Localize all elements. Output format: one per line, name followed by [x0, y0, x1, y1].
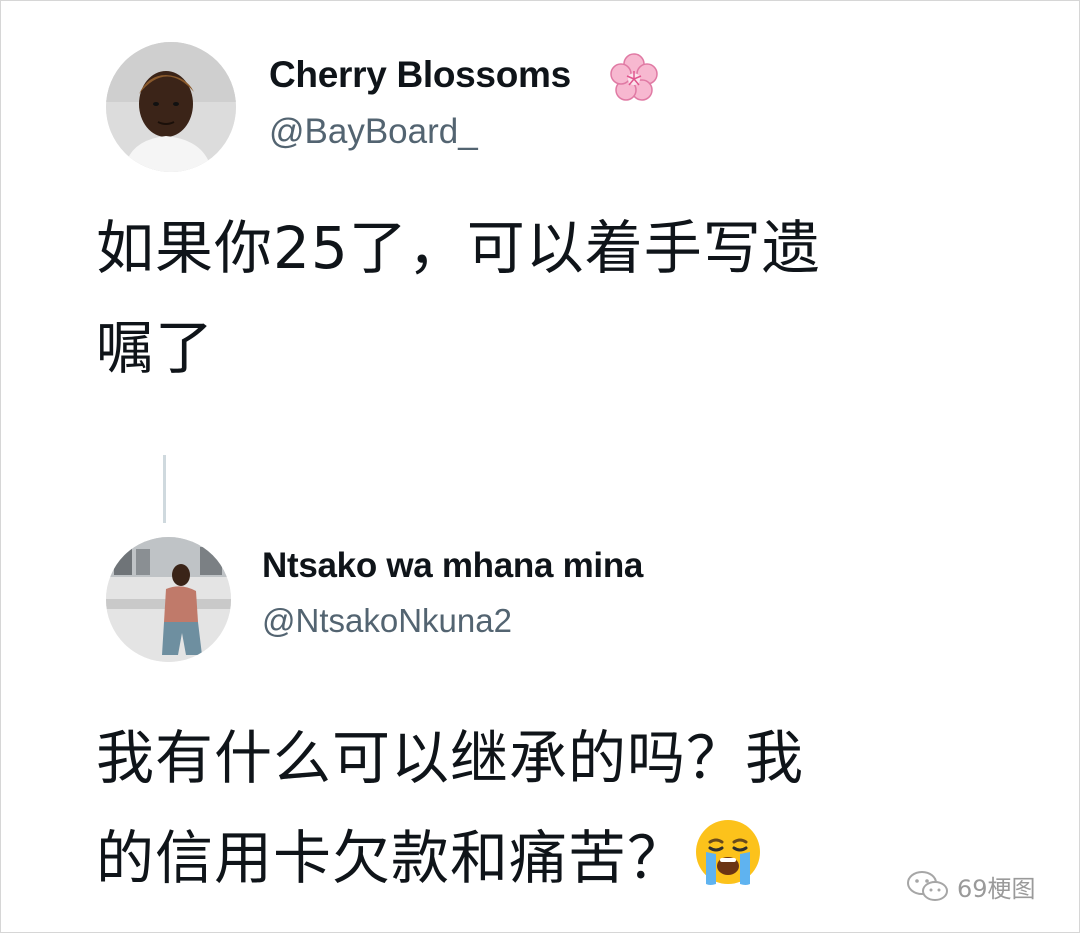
display-name[interactable]: Cherry Blossoms: [269, 54, 571, 96]
tweet-text-line: 我有什么可以继承的吗？我: [96, 724, 805, 792]
crying-face-icon: [692, 816, 764, 888]
tweet-text: 如果你25了，可以着手写遗 嘱了: [96, 198, 996, 398]
avatar-photo-cherry: [106, 42, 236, 172]
watermark-text: 69梗图: [957, 874, 1036, 903]
avatar[interactable]: [106, 537, 231, 662]
cherry-blossom-icon: [608, 52, 660, 104]
wechat-icon: [907, 871, 948, 901]
avatar[interactable]: [106, 42, 236, 172]
tweet-text-line-with-emoji: 的信用卡欠款和痛苦？: [96, 808, 996, 908]
thread-connector-line: [163, 455, 166, 523]
user-handle[interactable]: @BayBoard_: [269, 112, 478, 152]
tweet-text: 我有什么可以继承的吗？我 的信用卡欠款和痛苦？: [96, 708, 996, 908]
tweet-text-line: 嘱了: [96, 314, 215, 382]
watermark: 69梗图: [905, 866, 1036, 906]
tweet-text-line: 的信用卡欠款和痛苦？: [96, 824, 687, 892]
user-handle[interactable]: @NtsakoNkuna2: [262, 602, 512, 640]
avatar-photo-ntsako: [106, 537, 231, 662]
tweet-text-line: 如果你25了，可以着手写遗: [96, 214, 821, 282]
display-name[interactable]: Ntsako wa mhana mina: [262, 546, 643, 586]
